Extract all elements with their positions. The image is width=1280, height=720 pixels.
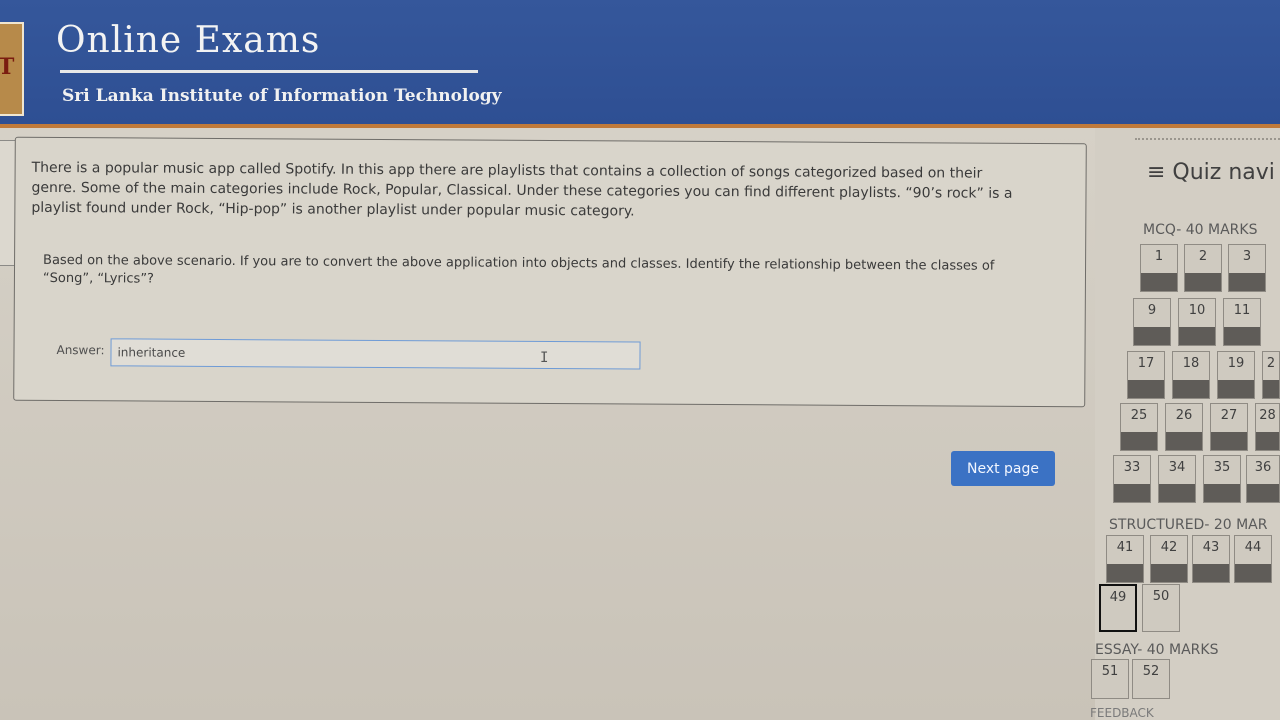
question-nav-button[interactable]: 2 [1184, 244, 1222, 292]
section-structured-label: STRUCTURED- 20 MAR [1109, 517, 1268, 533]
institute-logo: T [0, 22, 24, 116]
question-nav-button[interactable]: 28 [1255, 403, 1280, 451]
question-nav-button[interactable]: 44 [1234, 535, 1272, 583]
question-nav-button-current[interactable]: 49 [1099, 584, 1137, 632]
question-nav-button[interactable]: 35 [1203, 455, 1241, 503]
question-text: Based on the above scenario. If you are … [42, 252, 995, 287]
question-nav-button[interactable]: 10 [1178, 298, 1216, 346]
question-nav-button[interactable]: 41 [1106, 535, 1144, 583]
question-nav-button[interactable]: 26 [1165, 403, 1203, 451]
question-nav-button[interactable]: 33 [1113, 455, 1151, 503]
quiz-navigation-title: ≡ Quiz navi [1147, 160, 1275, 185]
question-nav-button[interactable]: 1 [1140, 244, 1178, 292]
question-nav-button[interactable]: 25 [1120, 403, 1158, 451]
institute-name: Sri Lanka Institute of Information Techn… [62, 86, 502, 106]
section-mcq-label: MCQ- 40 MARKS [1143, 222, 1258, 238]
question-nav-button[interactable]: 34 [1158, 455, 1196, 503]
logo-letter: T [0, 54, 15, 80]
text-cursor-icon: I [540, 350, 549, 366]
question-scenario: There is a popular music app called Spot… [31, 159, 1013, 220]
site-title[interactable]: Online Exams [56, 20, 320, 61]
question-nav-button[interactable]: 3 [1228, 244, 1266, 292]
next-page-button[interactable]: Next page [951, 451, 1055, 486]
question-nav-button[interactable]: 19 [1217, 351, 1255, 399]
question-nav-button[interactable]: 17 [1127, 351, 1165, 399]
question-nav-button[interactable]: 43 [1192, 535, 1230, 583]
answer-input[interactable]: inheritance [110, 338, 641, 370]
panel-divider [1135, 138, 1280, 140]
question-nav-button[interactable]: 50 [1142, 584, 1180, 632]
question-box: There is a popular music app called Spot… [13, 136, 1087, 408]
site-header: T Online Exams Sri Lanka Institute of In… [0, 0, 1280, 128]
question-nav-button[interactable]: 36 [1246, 455, 1280, 503]
question-nav-button[interactable]: 18 [1172, 351, 1210, 399]
title-divider [60, 70, 478, 73]
question-nav-button[interactable]: 9 [1133, 298, 1171, 346]
answer-label: Answer: [56, 342, 105, 358]
question-nav-button[interactable]: 42 [1150, 535, 1188, 583]
question-nav-button[interactable]: 2 [1262, 351, 1280, 399]
question-nav-button[interactable]: 51 [1091, 659, 1129, 699]
question-nav-button[interactable]: 11 [1223, 298, 1261, 346]
section-feedback-label: FEEDBACK [1090, 706, 1154, 720]
section-essay-label: ESSAY- 40 MARKS [1095, 642, 1219, 658]
question-nav-button[interactable]: 27 [1210, 403, 1248, 451]
question-nav-button[interactable]: 52 [1132, 659, 1170, 699]
